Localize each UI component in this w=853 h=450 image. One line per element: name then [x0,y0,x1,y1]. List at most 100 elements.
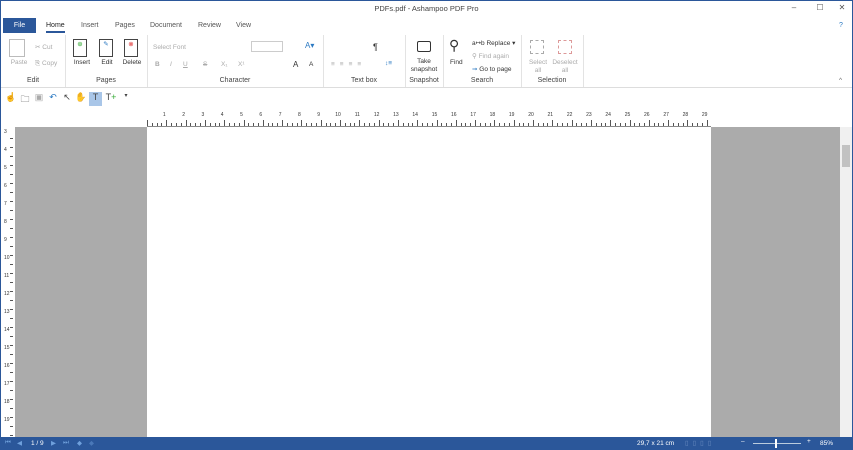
paste-button[interactable]: Paste [9,59,29,66]
ruler-tick [557,123,559,126]
select-arrow-icon[interactable]: ↖ [61,92,73,106]
font-select[interactable]: Select Font [153,44,186,51]
copy-button[interactable]: ⎘ Copy [35,60,57,68]
align-buttons[interactable]: ≡≡≡≡ [331,61,366,68]
open-folder-icon[interactable]: 🗀 [19,92,31,106]
zoom-slider[interactable] [753,443,801,444]
hand-tool-icon[interactable]: ✋ [75,92,87,106]
vertical-scrollbar[interactable] [840,127,852,437]
underline-button[interactable]: U [183,61,188,68]
ruler-tick [10,183,13,184]
cut-button[interactable]: ✂ Cut [35,43,52,51]
close-button[interactable]: ✕ [835,3,849,15]
ruler-tick [10,165,13,166]
vertical-ruler: 3 4 5 6 7 8 9 10 11 12 13 14 15 16 17 18 19 [4,127,14,445]
ruler-tick [195,123,197,126]
strikethrough-button[interactable]: S [203,61,207,68]
ruler-tick [349,123,351,126]
bold-button[interactable]: B [155,61,160,68]
help-icon[interactable]: ? [839,18,843,33]
ruler-label: 15 [431,112,438,118]
tab-pages[interactable]: Pages [115,18,135,33]
maximize-button[interactable]: ☐ [813,3,827,15]
tab-file[interactable]: File [3,18,36,33]
page-indicator[interactable]: 1 / 9 [31,440,44,447]
minimize-button[interactable]: – [787,3,801,15]
ruler-tick [161,123,163,126]
save-icon[interactable]: ▣ [33,92,45,106]
font-size-input[interactable] [251,41,283,52]
ruler-label: 10 [4,255,10,261]
tab-review[interactable]: Review [198,18,221,33]
ruler-label: 13 [4,309,10,315]
undo-icon[interactable]: ↶ [47,92,59,106]
tab-document[interactable]: Document [150,18,182,33]
select-all-button[interactable]: Select all [528,59,548,75]
ruler-label: 4 [220,112,224,118]
replace-label: Replace [486,40,511,47]
ruler-tick [566,123,568,126]
ruler-tick [701,123,703,126]
customize-toolbar-icon[interactable]: ▾ [120,92,132,106]
text-tool-icon[interactable]: T [89,92,102,106]
hand-pointer-icon[interactable]: ☝ [5,92,17,106]
ruler-tick [672,123,674,126]
zoom-in-button[interactable]: + [807,438,811,445]
ruler-tick [552,120,554,126]
ruler-tick [402,123,404,126]
tab-insert[interactable]: Insert [81,18,99,33]
shrink-font-button[interactable]: A [309,61,313,68]
line-spacing-icon[interactable]: ↕≡ [385,60,392,67]
edit-page-button[interactable]: Edit [98,59,116,66]
replace-button[interactable]: a↦b Replace ▾ [472,39,515,47]
ruler-tick [151,123,153,126]
ruler-tick [697,123,699,126]
insert-page-button[interactable]: Insert [71,59,93,66]
ruler-tick [359,120,361,126]
status-bar: ⏮ ◀ 1 / 9 ▶ ⏭ ◆ ◆ 29,7 x 21 cm ▯▯▯▯ – + … [1,437,852,450]
first-page-button[interactable]: ⏮ [5,439,11,447]
view-mode-buttons[interactable]: ▯▯▯▯ [685,439,715,447]
ruler-tick [10,381,13,382]
ruler-tick [306,123,308,126]
grow-font-button[interactable]: A [293,60,298,69]
go-to-page-button[interactable]: ➞ Go to page [472,65,511,73]
ruler-tick [368,123,370,126]
magnifier-icon: ⚲ [449,37,460,53]
find-button[interactable]: Find [450,59,463,66]
tab-home[interactable]: Home [46,18,65,33]
pilcrow-button[interactable]: ¶ [373,42,378,52]
add-text-icon[interactable]: T+ [105,92,117,106]
forward-button[interactable]: ◆ [89,439,94,447]
tab-view[interactable]: View [236,18,251,33]
subscript-button[interactable]: X₁ [221,61,228,68]
find-again-label: Find again [478,53,509,60]
zoom-out-button[interactable]: – [741,438,745,445]
ruler-tick [10,363,13,364]
prev-page-button[interactable]: ◀ [17,439,22,447]
ruler-tick [214,123,216,126]
zoom-slider-thumb[interactable] [774,439,777,448]
ruler-tick [286,123,288,126]
deselect-all-button[interactable]: Deselect all [552,59,578,75]
italic-button[interactable]: I [170,61,172,68]
ruler-tick [470,123,472,126]
ruler-tick [301,120,303,126]
pdf-page[interactable] [147,127,711,437]
take-snapshot-button[interactable]: Take snapshot [408,58,440,74]
back-button[interactable]: ◆ [77,439,82,447]
next-page-button[interactable]: ▶ [51,439,56,447]
ruler-label: 9 [317,112,321,118]
delete-page-icon: ⊗ [124,39,138,57]
scrollbar-thumb[interactable] [842,145,850,167]
ruler-tick [291,123,293,126]
ruler-label: 17 [470,112,476,118]
collapse-ribbon-icon[interactable]: ^ [839,77,842,84]
find-again-button[interactable]: ⚲ Find again [472,52,509,60]
ruler-tick [10,372,13,373]
delete-page-button[interactable]: Delete [120,59,144,66]
ruler-label: 11 [354,112,360,118]
superscript-button[interactable]: X¹ [238,61,245,68]
font-color-icon[interactable]: A▾ [305,41,314,50]
last-page-button[interactable]: ⏭ [63,439,69,447]
